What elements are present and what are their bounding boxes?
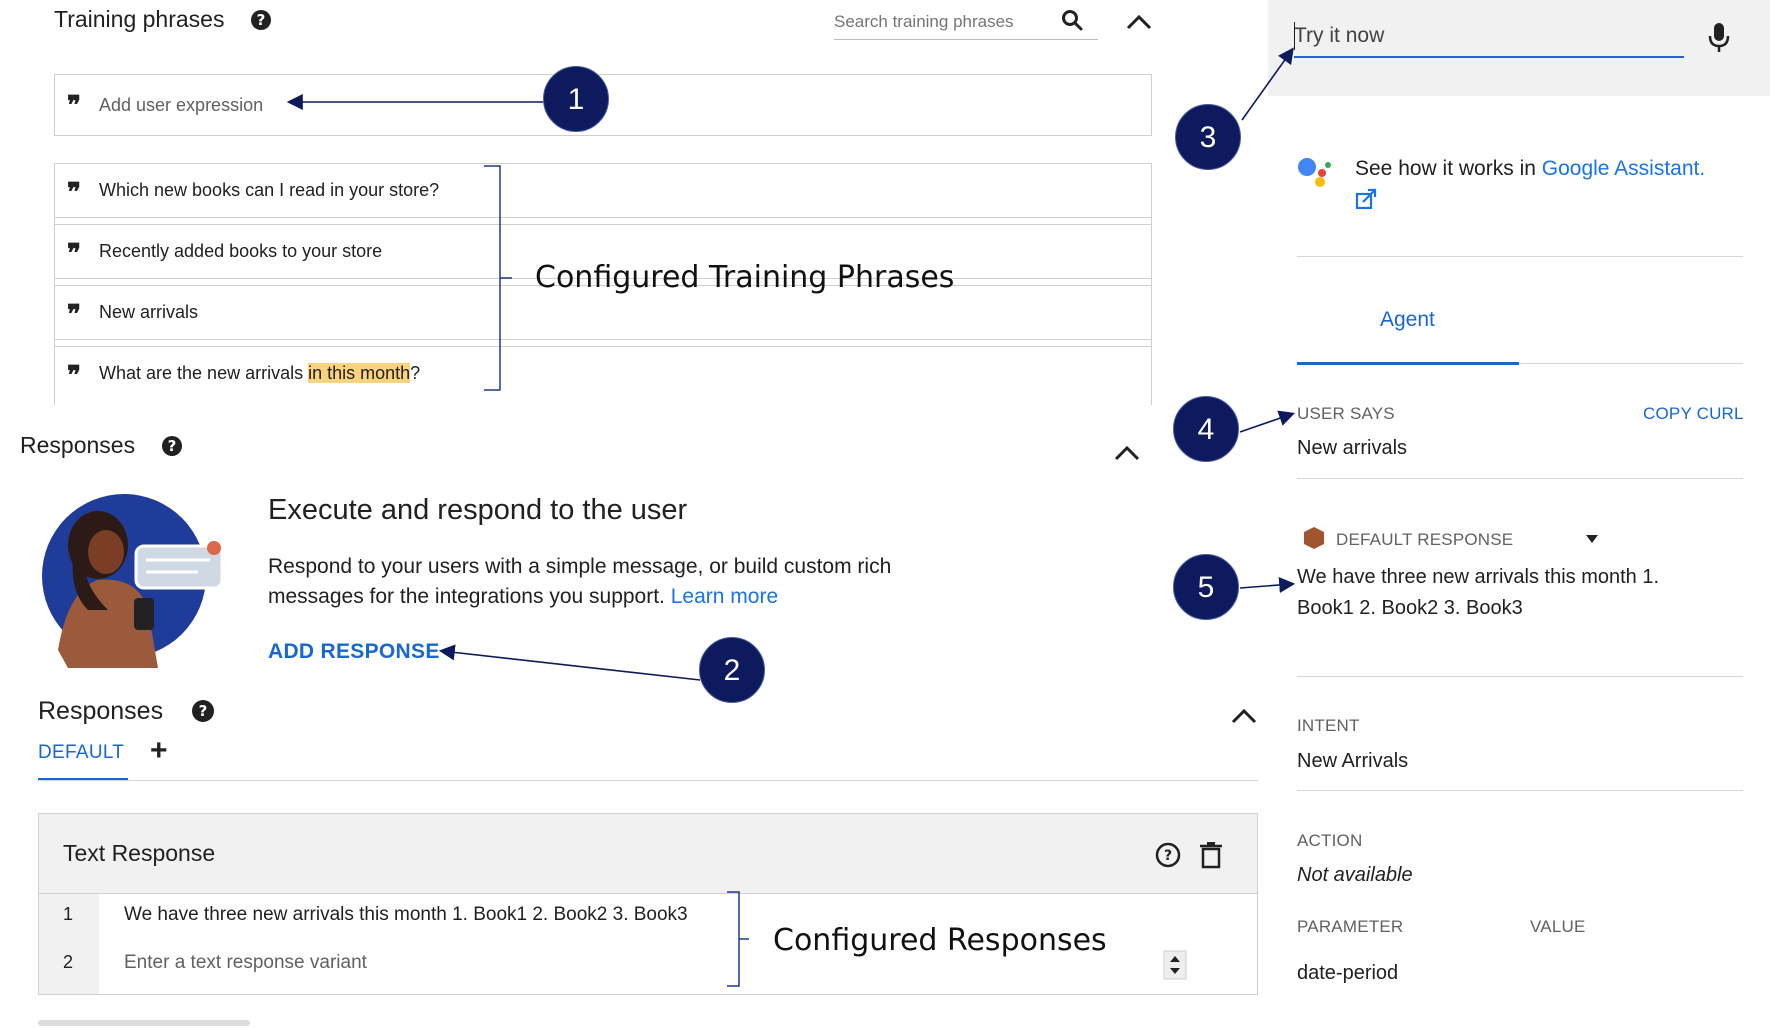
callout-3: 3 <box>1175 104 1241 170</box>
callout-2: 2 <box>699 637 765 703</box>
callout-5: 5 <box>1173 554 1239 620</box>
callout-1: 1 <box>543 66 609 132</box>
callout-arrows <box>286 47 1296 681</box>
callout-4: 4 <box>1173 396 1239 462</box>
